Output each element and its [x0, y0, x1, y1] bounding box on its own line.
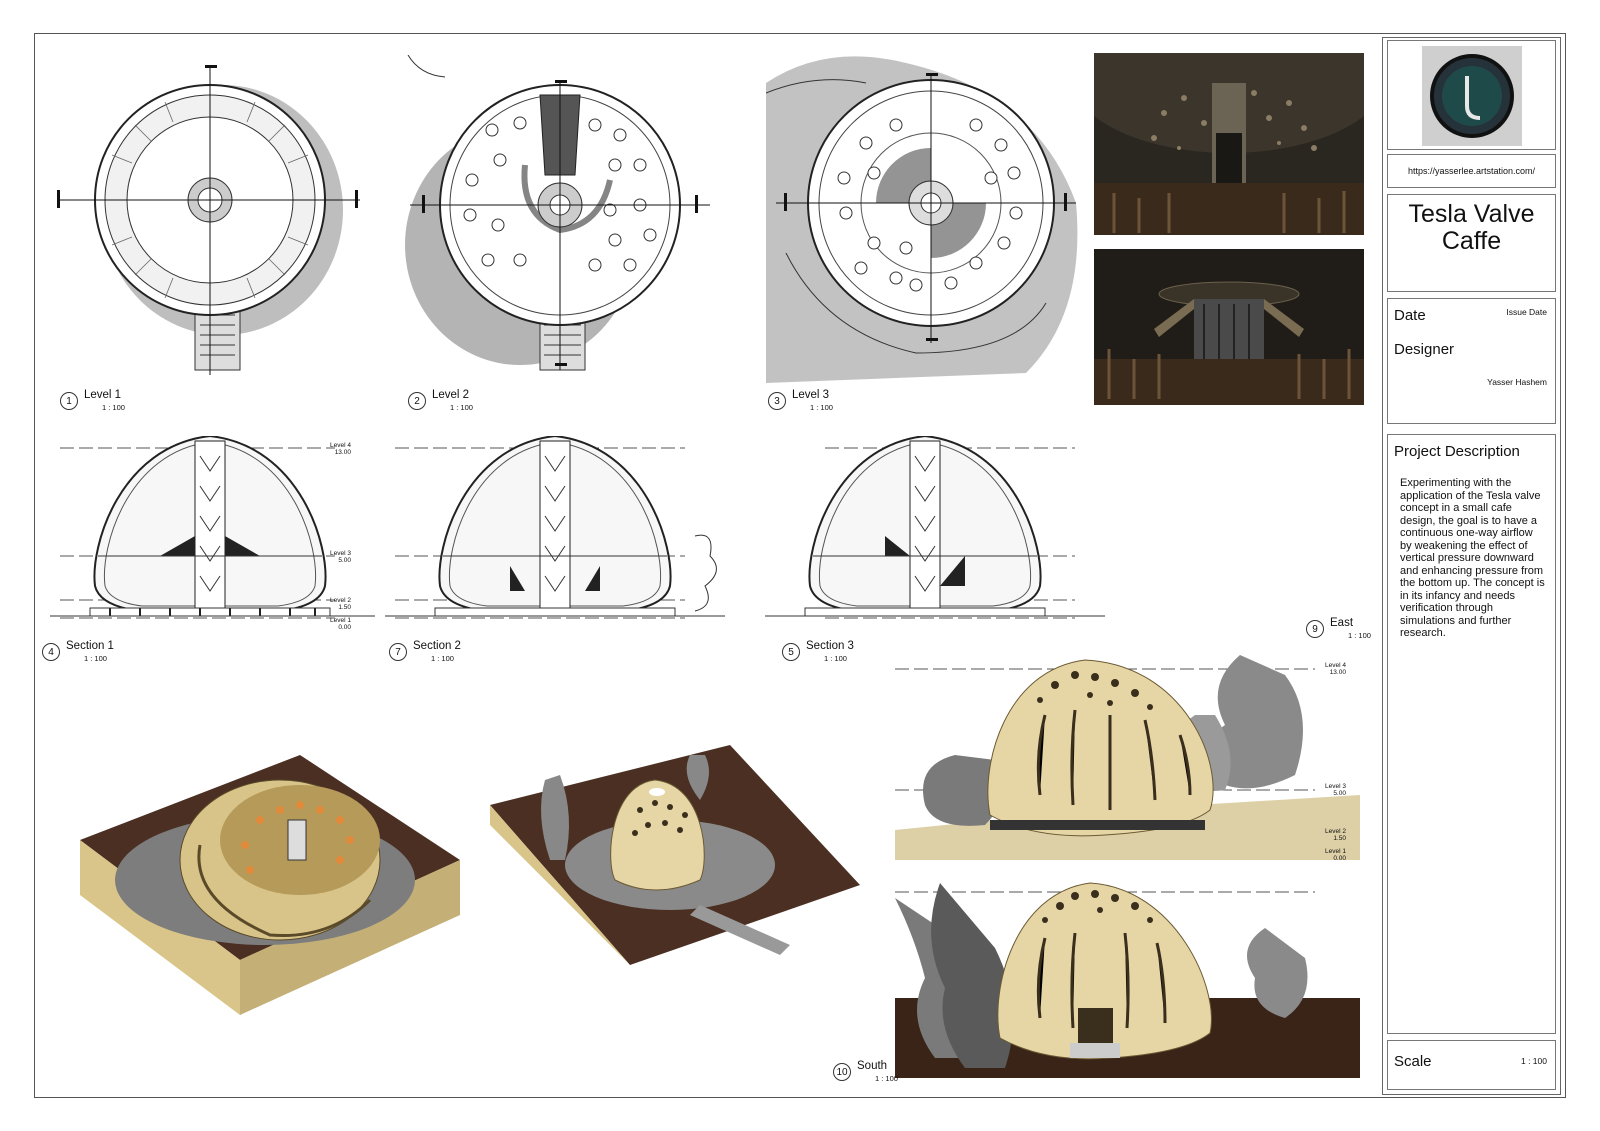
- view-number: 9: [1306, 620, 1324, 638]
- elevation-east: [895, 655, 1360, 860]
- level-3-tag: Level 3: [330, 550, 351, 557]
- view-label-east: 9 East 1 : 100: [1306, 617, 1371, 640]
- view-scale: 1 : 100: [450, 403, 473, 412]
- isometric-view-cutaway: [70, 750, 470, 1020]
- view-scale: 1 : 100: [84, 654, 107, 663]
- view-number: 4: [42, 643, 60, 661]
- view-name: Section 3: [806, 640, 854, 652]
- description-box: Project Description Experimenting with t…: [1387, 434, 1556, 1034]
- designer-label: Designer: [1394, 341, 1455, 358]
- interior-render-top: [1094, 53, 1364, 235]
- view-name: Section 1: [66, 640, 114, 652]
- view-label-section-1: 4 Section 1 1 : 100: [42, 640, 114, 663]
- level-1-tag: Level 1: [330, 617, 351, 624]
- east-level-2-tag: Level 2: [1325, 828, 1346, 835]
- view-number: 10: [833, 1063, 851, 1081]
- project-description: Experimenting with the application of th…: [1400, 477, 1545, 639]
- view-name: Level 3: [792, 389, 830, 401]
- project-title: Tesla Valve Caffe: [1408, 200, 1535, 255]
- view-name: Level 1: [84, 389, 122, 401]
- view-scale: 1 : 100: [1348, 631, 1371, 640]
- east-level-2-value: 1.50: [1333, 835, 1346, 842]
- east-level-1-value: 0.00: [1333, 855, 1346, 862]
- interior-render-bottom: [1094, 249, 1364, 405]
- project-title-box: Tesla Valve Caffe: [1387, 194, 1556, 292]
- logo-box: [1387, 40, 1556, 150]
- level-3-value: 5.00: [338, 557, 351, 564]
- date-value: Issue Date: [1506, 307, 1547, 317]
- artstation-url: https://yasserlee.artstation.com/: [1387, 154, 1556, 188]
- east-level-1-tag: Level 1: [1325, 848, 1346, 855]
- view-scale: 1 : 100: [824, 654, 847, 663]
- view-number: 7: [389, 643, 407, 661]
- view-scale: 1 : 100: [810, 403, 833, 412]
- east-level-4-value: 13.00: [1329, 669, 1346, 676]
- isometric-view-exterior: [490, 745, 860, 965]
- scale-box: Scale 1 : 100: [1387, 1040, 1556, 1090]
- view-number: 5: [782, 643, 800, 661]
- view-scale: 1 : 100: [431, 654, 454, 663]
- level-2-tag: Level 2: [330, 597, 351, 604]
- view-label-level-3: 3 Level 3 1 : 100: [768, 389, 833, 412]
- view-label-level-2: 2 Level 2 1 : 100: [408, 389, 473, 412]
- section-2: [385, 436, 725, 626]
- east-level-3-value: 5.00: [1333, 790, 1346, 797]
- date-designer-box: Date Issue Date Designer Yasser Hashem: [1387, 298, 1556, 424]
- plan-level-3: [766, 53, 1081, 383]
- view-number: 2: [408, 392, 426, 410]
- date-label: Date: [1394, 307, 1426, 324]
- view-number: 1: [60, 392, 78, 410]
- view-number: 3: [768, 392, 786, 410]
- view-label-south: 10 South 1 : 100: [833, 1060, 898, 1083]
- east-level-3-tag: Level 3: [1325, 783, 1346, 790]
- description-heading: Project Description: [1394, 443, 1520, 460]
- section-1: [50, 436, 375, 626]
- level-1-value: 0.00: [338, 624, 351, 631]
- view-name: Section 2: [413, 640, 461, 652]
- east-level-4-tag: Level 4: [1325, 662, 1346, 669]
- view-name: South: [857, 1060, 888, 1072]
- designer-value: Yasser Hashem: [1487, 377, 1547, 387]
- view-label-level-1: 1 Level 1 1 : 100: [60, 389, 125, 412]
- plan-level-1: [55, 60, 375, 380]
- scale-value: 1 : 100: [1521, 1056, 1547, 1066]
- plan-level-2: [400, 55, 720, 380]
- elevation-south: [895, 878, 1360, 1078]
- view-scale: 1 : 100: [102, 403, 125, 412]
- view-scale: 1 : 100: [875, 1074, 898, 1083]
- level-4-tag: Level 4: [330, 442, 351, 449]
- designer-logo-icon: [1422, 46, 1522, 146]
- level-4-value: 13.00: [334, 449, 351, 456]
- view-label-section-3: 5 Section 3 1 : 100: [782, 640, 854, 663]
- scale-label: Scale: [1394, 1053, 1432, 1070]
- section-3: [765, 436, 1105, 626]
- view-name: East: [1330, 617, 1354, 629]
- title-block: https://yasserlee.artstation.com/ Tesla …: [1382, 37, 1561, 1095]
- level-2-value: 1.50: [338, 604, 351, 611]
- view-name: Level 2: [432, 389, 470, 401]
- view-label-section-2: 7 Section 2 1 : 100: [389, 640, 461, 663]
